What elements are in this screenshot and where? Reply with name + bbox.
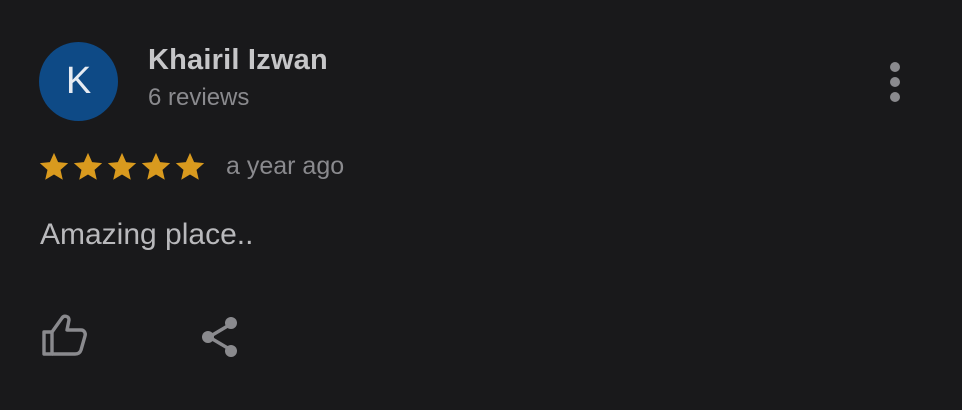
author-name[interactable]: Khairil Izwan	[148, 44, 328, 77]
star-icon	[107, 152, 137, 180]
avatar[interactable]: K	[39, 42, 118, 121]
more-options-button[interactable]	[880, 60, 910, 104]
review-text: Amazing place..	[40, 218, 254, 251]
share-icon	[202, 317, 237, 357]
more-vert-icon	[890, 62, 900, 102]
thumb-up-icon	[42, 314, 87, 356]
star-icon	[141, 152, 171, 180]
like-button[interactable]	[38, 310, 90, 362]
review-time: a year ago	[226, 152, 345, 180]
avatar-initial: K	[65, 60, 92, 102]
star-icon	[175, 152, 205, 180]
star-icon	[73, 152, 103, 180]
author-review-count: 6 reviews	[148, 84, 250, 111]
review-card: K Khairil Izwan 6 reviews a year ago Ama…	[0, 0, 962, 410]
star-rating	[37, 150, 207, 184]
star-icon	[39, 152, 69, 180]
share-button[interactable]	[196, 312, 246, 362]
